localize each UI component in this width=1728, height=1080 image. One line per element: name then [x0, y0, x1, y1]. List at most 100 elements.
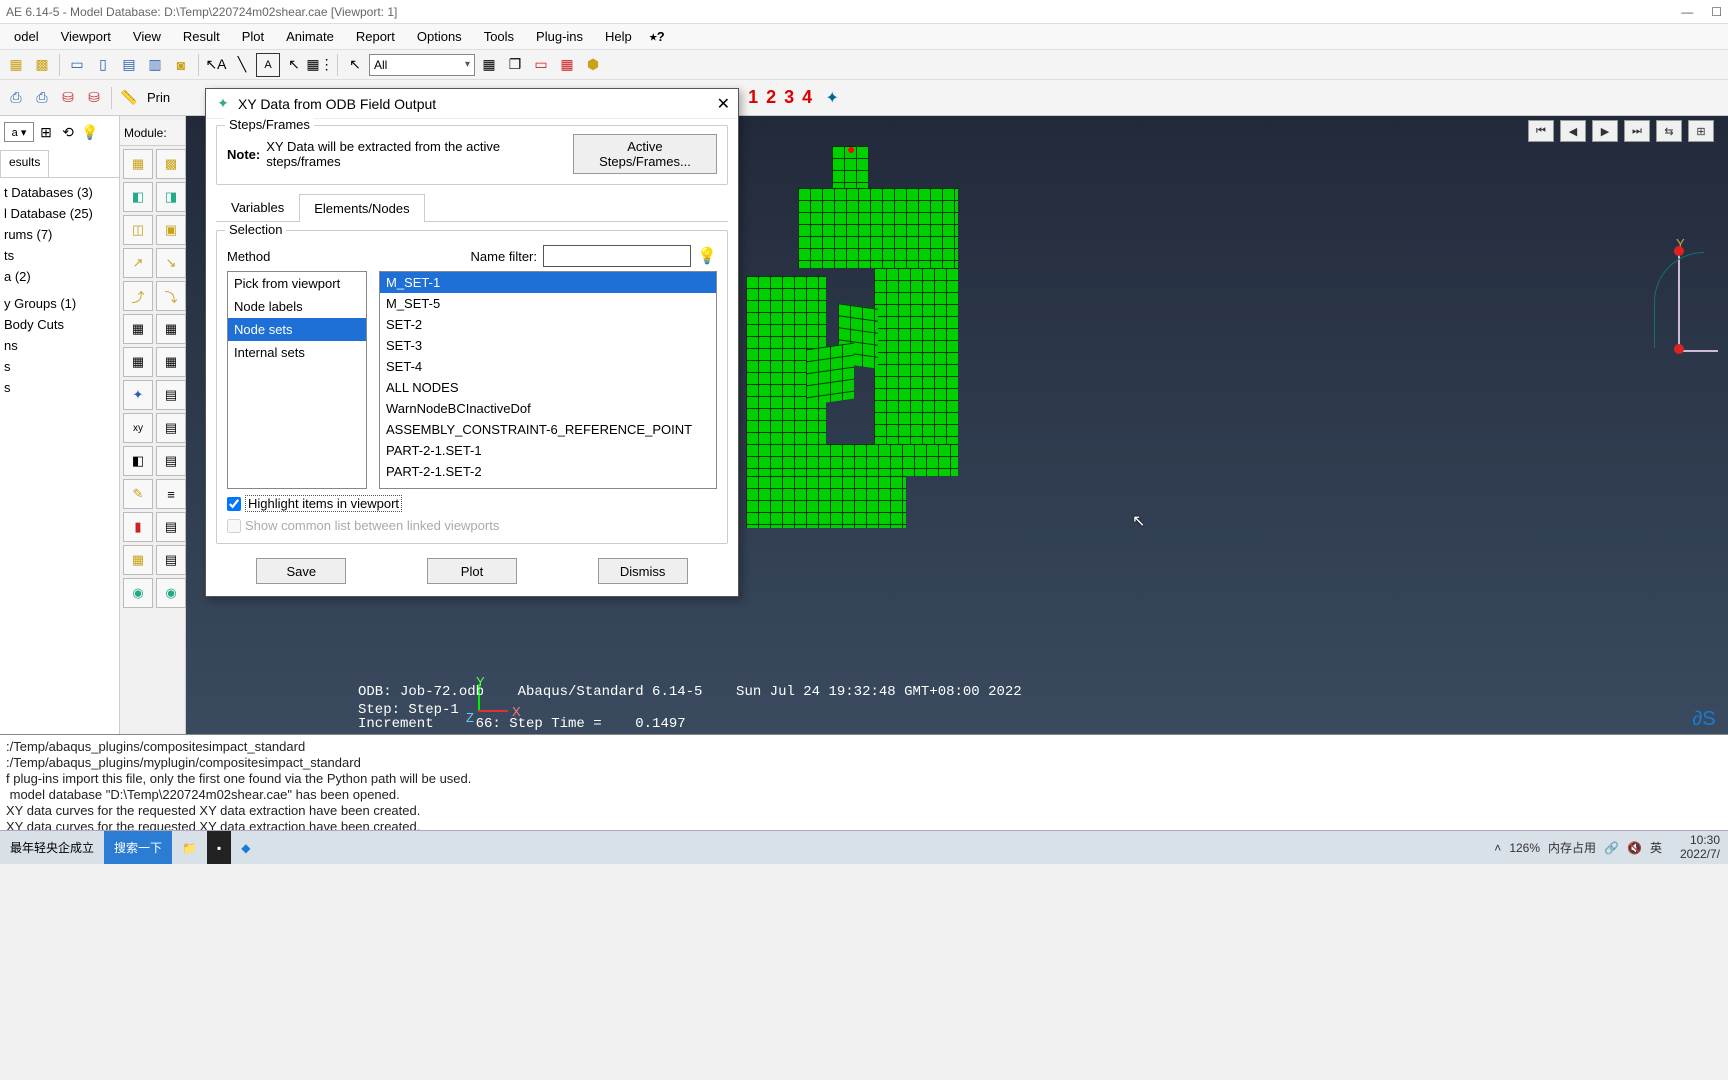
tool-m2[interactable]: ▤	[156, 545, 186, 575]
taskbar-explorer-icon[interactable]: 📁	[172, 831, 207, 864]
menu-animate[interactable]: Animate	[276, 26, 344, 47]
tab-variables[interactable]: Variables	[216, 193, 299, 221]
prev-frame-icon[interactable]: ◀	[1560, 120, 1586, 142]
tray-net-icon[interactable]: 🔗	[1604, 841, 1619, 855]
menu-viewport[interactable]: Viewport	[51, 26, 121, 47]
db1-icon[interactable]: ⛁	[56, 86, 80, 110]
csys-4[interactable]: 4	[802, 87, 812, 108]
taskbar-terminal-icon[interactable]: ▪	[207, 831, 231, 864]
tool-b2[interactable]: ◨	[156, 182, 186, 212]
tool-d2[interactable]: ↘	[156, 248, 186, 278]
tree-item[interactable]: Body Cuts	[2, 314, 117, 335]
tool-n1[interactable]: ◉	[123, 578, 153, 608]
red-rect2-icon[interactable]: ▦	[555, 53, 579, 77]
tree-item[interactable]: t Databases (3)	[2, 182, 117, 203]
tree-filter-combo[interactable]: a ▾	[4, 122, 34, 142]
tool-h1[interactable]: ✦	[123, 380, 153, 410]
tool-a2[interactable]: ▩	[156, 149, 186, 179]
taskbar-abaqus-icon[interactable]: ◆	[231, 831, 260, 864]
dismiss-button[interactable]: Dismiss	[598, 558, 688, 584]
last-frame-icon[interactable]: ⏭	[1624, 120, 1650, 142]
method-item[interactable]: Internal sets	[228, 341, 366, 364]
tray-ime[interactable]: 英	[1650, 839, 1662, 856]
extra1-icon[interactable]: ⇆	[1656, 120, 1682, 142]
csys-1[interactable]: 1	[748, 87, 758, 108]
list-item[interactable]: M_SET-1	[380, 272, 716, 293]
highlight-checkbox[interactable]	[227, 497, 241, 511]
tool-h2[interactable]: ▤	[156, 380, 186, 410]
menu-options[interactable]: Options	[407, 26, 472, 47]
csys-3[interactable]: 3	[784, 87, 794, 108]
tree-item[interactable]: ns	[2, 335, 117, 356]
box-icon[interactable]: ⬢	[581, 53, 605, 77]
tree-link-icon[interactable]: ⟲	[58, 122, 78, 142]
plot-button[interactable]: Plot	[427, 558, 517, 584]
tool-g2[interactable]: ▦	[156, 347, 186, 377]
filter-icon[interactable]: ▦	[477, 53, 501, 77]
tool-g1[interactable]: ▦	[123, 347, 153, 377]
tool-d1[interactable]: ↗	[123, 248, 153, 278]
tool-c2[interactable]: ▣	[156, 215, 186, 245]
tray-up-icon[interactable]: ˄	[1494, 841, 1501, 855]
layout4-icon[interactable]: ▥	[143, 53, 167, 77]
tree-item[interactable]: ts	[2, 245, 117, 266]
toolbar-options-icon[interactable]: ▦⋮	[308, 53, 332, 77]
cursor-select-icon[interactable]: ↖A	[204, 53, 228, 77]
list-item[interactable]: PART-2-1.SET-1	[380, 440, 716, 461]
tree-item[interactable]: y Groups (1)	[2, 293, 117, 314]
camera-icon[interactable]: ◙	[169, 53, 193, 77]
cube2-icon[interactable]: ▩	[30, 53, 54, 77]
list-item[interactable]: SET-2	[380, 314, 716, 335]
tray-vol-icon[interactable]: 🔇	[1627, 841, 1642, 855]
list-item[interactable]: M_SET-5	[380, 293, 716, 314]
next-frame-icon[interactable]: ▶	[1592, 120, 1618, 142]
tool-j1[interactable]: ◧	[123, 446, 153, 476]
tool-i1[interactable]: xy	[123, 413, 153, 443]
method-item[interactable]: Node sets	[228, 318, 366, 341]
csys-2[interactable]: 2	[766, 87, 776, 108]
list-item[interactable]: SET-3	[380, 335, 716, 356]
layout3-icon[interactable]: ▤	[117, 53, 141, 77]
active-steps-button[interactable]: Active Steps/Frames...	[573, 134, 717, 174]
red-rect-icon[interactable]: ▭	[529, 53, 553, 77]
db2-icon[interactable]: ⛁	[82, 86, 106, 110]
name-filter-input[interactable]	[543, 245, 691, 267]
method-item[interactable]: Pick from viewport	[228, 272, 366, 295]
print1-icon[interactable]: ⎙	[4, 86, 28, 110]
close-icon[interactable]: ✕	[717, 94, 730, 114]
tool-c1[interactable]: ◫	[123, 215, 153, 245]
message-console[interactable]: :/Temp/abaqus_plugins/compositesimpact_s…	[0, 734, 1728, 830]
tab-elements-nodes[interactable]: Elements/Nodes	[299, 194, 424, 222]
tool-j2[interactable]: ▤	[156, 446, 186, 476]
tool-b1[interactable]: ◧	[123, 182, 153, 212]
tool-k1[interactable]: ✎	[123, 479, 153, 509]
tool-f2[interactable]: ▦	[156, 314, 186, 344]
extra2-icon[interactable]: ⊞	[1688, 120, 1714, 142]
first-frame-icon[interactable]: ⏮	[1528, 120, 1554, 142]
menu-result[interactable]: Result	[173, 26, 230, 47]
list-item[interactable]: PART-2-1.SET-2	[380, 461, 716, 482]
stack-icon[interactable]: ❐	[503, 53, 527, 77]
maximize-button[interactable]: ☐	[1711, 5, 1722, 19]
tree-item[interactable]: s	[2, 377, 117, 398]
taskbar-search[interactable]: 搜索一下	[104, 831, 172, 864]
menu-report[interactable]: Report	[346, 26, 405, 47]
textbox-icon[interactable]: A	[256, 53, 280, 77]
tool-e1[interactable]: ⤴	[123, 281, 153, 311]
menu-plugins[interactable]: Plug-ins	[526, 26, 593, 47]
list-item[interactable]: ASSEMBLY_CONSTRAINT-6_REFERENCE_POINT	[380, 419, 716, 440]
list-item[interactable]: SET-4	[380, 356, 716, 377]
tool-l2[interactable]: ▤	[156, 512, 186, 542]
minimize-button[interactable]: —	[1681, 5, 1693, 19]
method-listbox[interactable]: Pick from viewport Node labels Node sets…	[227, 271, 367, 489]
tree-add-icon[interactable]: ⊞	[36, 122, 56, 142]
taskbar-news[interactable]: 最年轻央企成立	[0, 831, 104, 864]
method-item[interactable]: Node labels	[228, 295, 366, 318]
pointer-icon[interactable]: ↖	[282, 53, 306, 77]
axes2-icon[interactable]: ✦	[820, 86, 844, 110]
layout2-icon[interactable]: ▯	[91, 53, 115, 77]
menu-view[interactable]: View	[123, 26, 171, 47]
whats-this-icon[interactable]: ⭑?	[644, 26, 675, 48]
tool-k2[interactable]: ≡	[156, 479, 186, 509]
tool-l1[interactable]: ▮	[123, 512, 153, 542]
